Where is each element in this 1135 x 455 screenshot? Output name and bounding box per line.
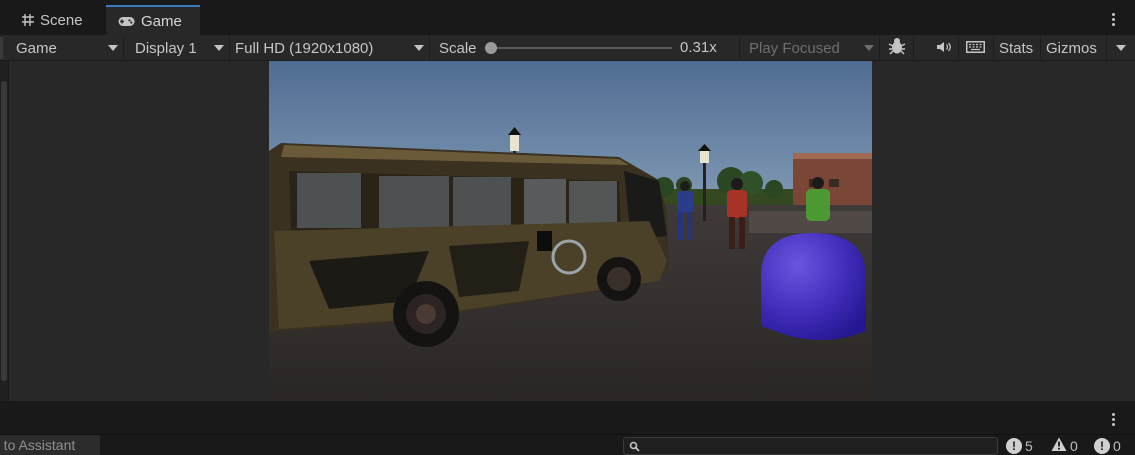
chevron-down-icon	[1116, 45, 1126, 51]
stats-label: Stats	[999, 39, 1034, 57]
gizmos-label: Gizmos	[1046, 39, 1097, 57]
assistant-button[interactable]: d to Assistant	[0, 435, 100, 455]
warning-count: 0	[1070, 437, 1078, 454]
game-render	[269, 61, 872, 400]
debug-button[interactable]	[880, 35, 914, 61]
display-label: Display 1	[135, 39, 197, 57]
chevron-down-icon	[214, 45, 224, 51]
tree	[765, 180, 783, 198]
error-icon: !	[1006, 437, 1022, 454]
search-input[interactable]	[623, 437, 998, 455]
purple-capsule	[761, 233, 866, 340]
resolution-label: Full HD (1920x1080)	[235, 39, 374, 57]
gamepad-icon	[118, 16, 135, 27]
scrollbar-thumb[interactable]	[1, 81, 7, 381]
vertical-scrollbar[interactable]	[0, 61, 9, 401]
bottom-panel-header	[0, 401, 1135, 434]
chevron-down-icon	[108, 45, 118, 51]
scale-label: Scale	[439, 39, 477, 57]
gizmos-dropdown[interactable]	[1107, 35, 1135, 61]
info-count: 0	[1113, 437, 1121, 454]
more-options-icon[interactable]	[1108, 13, 1118, 26]
warning-counter[interactable]: 0	[1051, 435, 1078, 455]
tab-game[interactable]: Game	[106, 5, 200, 35]
more-options-icon[interactable]	[1108, 413, 1118, 426]
error-counter[interactable]: ! 5	[1006, 435, 1033, 455]
game-toolbar: Game Display 1 Full HD (1920x1080) Scale…	[0, 35, 1135, 61]
scale-slider-track[interactable]	[492, 47, 672, 49]
error-count: 5	[1025, 437, 1033, 454]
status-bar: d to Assistant ! 5 0 ! 0	[0, 434, 1135, 455]
tab-bar: Scene Game	[0, 0, 1135, 35]
assistant-label: d to Assistant	[0, 437, 76, 453]
gizmos-toggle[interactable]: Gizmos	[1042, 35, 1107, 61]
resolution-dropdown[interactable]: Full HD (1920x1080)	[229, 35, 430, 61]
keyboard-icon	[966, 40, 985, 57]
chevron-down-icon	[414, 45, 424, 51]
play-mode-label: Play Focused	[749, 39, 840, 57]
tab-game-label: Game	[141, 12, 182, 30]
play-mode-dropdown[interactable]: Play Focused	[743, 35, 880, 61]
speaker-icon	[936, 40, 952, 57]
tab-scene-label: Scene	[40, 11, 83, 29]
view-mode-dropdown[interactable]: Game	[10, 35, 124, 61]
grid-icon	[22, 14, 34, 26]
stats-toggle[interactable]: Stats	[995, 35, 1041, 61]
scale-value: 0.31x	[680, 39, 717, 56]
tab-scene[interactable]: Scene	[10, 5, 106, 35]
view-mode-label: Game	[16, 39, 57, 57]
keyboard-shortcuts-button[interactable]	[959, 35, 994, 61]
toolbar-edge	[0, 37, 3, 59]
lamp-post	[703, 156, 706, 221]
warning-icon	[1051, 437, 1067, 455]
info-counter[interactable]: ! 0	[1094, 435, 1121, 455]
mute-audio-button[interactable]	[929, 35, 959, 61]
info-icon: !	[1094, 437, 1110, 454]
chevron-down-icon	[864, 45, 874, 51]
scale-slider-thumb[interactable]	[485, 42, 497, 54]
display-dropdown[interactable]: Display 1	[129, 35, 230, 61]
game-viewport[interactable]	[269, 61, 872, 400]
bug-icon	[887, 37, 907, 59]
